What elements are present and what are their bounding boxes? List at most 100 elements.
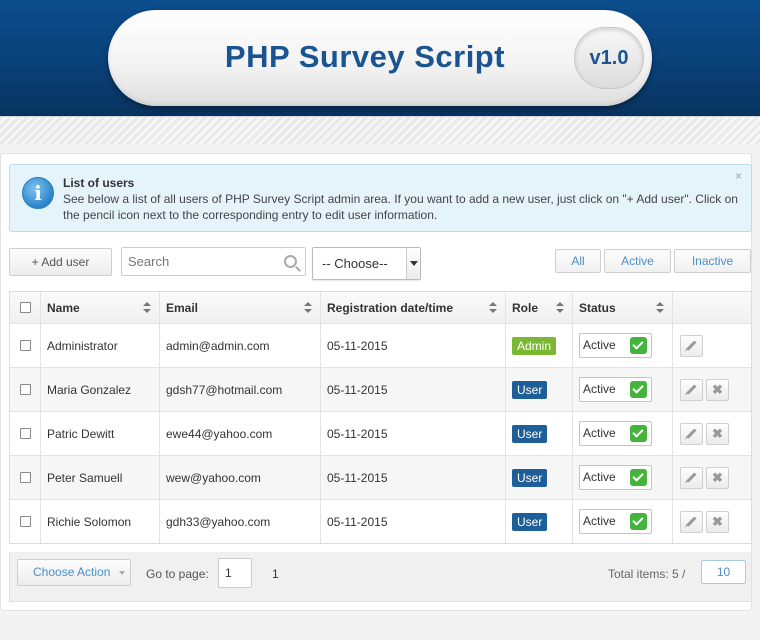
search-box: [121, 247, 306, 276]
user-email: wew@yahoo.com: [160, 456, 321, 499]
per-page-select[interactable]: 10: [701, 560, 746, 584]
table-row: Maria Gonzalez gdsh77@hotmail.com 05-11-…: [10, 367, 751, 411]
check-icon: [630, 469, 647, 486]
column-header-role[interactable]: Role: [506, 292, 573, 323]
user-email: ewe44@yahoo.com: [160, 412, 321, 455]
user-email: gdh33@yahoo.com: [160, 500, 321, 543]
search-input[interactable]: [122, 248, 272, 275]
filter-inactive-button[interactable]: Inactive: [674, 249, 751, 273]
main-panel: i List of users See below a list of all …: [0, 153, 752, 611]
check-icon: [630, 513, 647, 530]
sort-icon: [143, 302, 151, 314]
delete-button[interactable]: ✖: [706, 423, 729, 445]
column-header-actions: [673, 292, 753, 323]
users-table: Name Email Registration date/time Role S…: [9, 291, 752, 544]
user-name: Richie Solomon: [41, 500, 160, 543]
column-header-date[interactable]: Registration date/time: [321, 292, 506, 323]
table-row: Peter Samuell wew@yahoo.com 05-11-2015 U…: [10, 455, 751, 499]
close-icon[interactable]: ×: [735, 169, 742, 183]
user-name: Administrator: [41, 324, 160, 367]
table-row: Patric Dewitt ewe44@yahoo.com 05-11-2015…: [10, 411, 751, 455]
user-email: admin@admin.com: [160, 324, 321, 367]
table-row: Administrator admin@admin.com 05-11-2015…: [10, 323, 751, 367]
user-email: gdsh77@hotmail.com: [160, 368, 321, 411]
role-badge: User: [512, 380, 548, 399]
user-name: Maria Gonzalez: [41, 368, 160, 411]
edit-button[interactable]: [680, 335, 703, 357]
sort-icon: [656, 302, 664, 314]
info-icon: i: [22, 177, 54, 209]
info-box: i List of users See below a list of all …: [9, 164, 752, 232]
registration-date: 05-11-2015: [321, 500, 506, 543]
row-checkbox[interactable]: [19, 340, 31, 351]
app-title: PHP Survey Script: [224, 39, 506, 74]
version-badge: v1.0: [574, 27, 644, 89]
sort-icon: [556, 302, 564, 314]
pencil-icon: [686, 428, 697, 439]
edit-button[interactable]: [680, 511, 703, 533]
delete-button[interactable]: ✖: [706, 467, 729, 489]
select-all-cell: [10, 292, 41, 323]
delete-icon: ✖: [712, 426, 723, 441]
edit-button[interactable]: [680, 423, 703, 445]
info-text: See below a list of all users of PHP Sur…: [63, 192, 738, 222]
registration-date: 05-11-2015: [321, 412, 506, 455]
table-header-row: Name Email Registration date/time Role S…: [10, 292, 751, 323]
registration-date: 05-11-2015: [321, 456, 506, 499]
check-icon: [630, 425, 647, 442]
choose-select[interactable]: -- Choose--: [312, 247, 421, 280]
row-checkbox[interactable]: [19, 428, 31, 439]
choose-select-value: -- Choose--: [322, 256, 388, 271]
user-name: Patric Dewitt: [41, 412, 160, 455]
registration-date: 05-11-2015: [321, 324, 506, 367]
filter-all-button[interactable]: All: [555, 249, 601, 273]
table-footer: Choose Action Go to page: 1 1 Total item…: [9, 552, 752, 602]
delete-icon: ✖: [712, 514, 723, 529]
status-select[interactable]: Active: [579, 421, 652, 446]
column-header-email[interactable]: Email: [160, 292, 321, 323]
filter-active-button[interactable]: Active: [604, 249, 671, 273]
total-items-label: Total items: 5 /: [608, 567, 686, 581]
title-pill: PHP Survey Script v1.0: [108, 10, 652, 106]
pencil-icon: [686, 340, 697, 351]
edit-button[interactable]: [680, 467, 703, 489]
sort-icon: [304, 302, 312, 314]
select-all-checkbox[interactable]: [19, 302, 31, 313]
choose-action-button[interactable]: Choose Action: [17, 559, 131, 586]
header-stripe: [0, 116, 760, 144]
status-select[interactable]: Active: [579, 509, 652, 534]
goto-page-label: Go to page:: [146, 567, 209, 581]
add-user-button[interactable]: + Add user: [9, 248, 112, 276]
status-select[interactable]: Active: [579, 333, 652, 358]
delete-icon: ✖: [712, 382, 723, 397]
check-icon: [630, 337, 647, 354]
page-count: 1: [272, 567, 279, 581]
sort-icon: [489, 302, 497, 314]
search-icon[interactable]: [284, 255, 297, 268]
pencil-icon: [686, 516, 697, 527]
delete-icon: ✖: [712, 470, 723, 485]
pencil-icon: [686, 384, 697, 395]
header-banner: PHP Survey Script v1.0: [0, 0, 760, 116]
row-checkbox[interactable]: [19, 472, 31, 483]
role-badge: User: [512, 468, 548, 487]
role-badge: User: [512, 512, 548, 531]
status-select[interactable]: Active: [579, 377, 652, 402]
table-row: Richie Solomon gdh33@yahoo.com 05-11-201…: [10, 499, 751, 543]
column-header-status[interactable]: Status: [573, 292, 673, 323]
registration-date: 05-11-2015: [321, 368, 506, 411]
user-name: Peter Samuell: [41, 456, 160, 499]
role-badge: User: [512, 424, 548, 443]
info-title: List of users: [63, 176, 135, 190]
row-checkbox[interactable]: [19, 516, 31, 527]
column-header-name[interactable]: Name: [41, 292, 160, 323]
delete-button[interactable]: ✖: [706, 379, 729, 401]
row-checkbox[interactable]: [19, 384, 31, 395]
edit-button[interactable]: [680, 379, 703, 401]
role-badge: Admin: [512, 336, 557, 355]
goto-page-input[interactable]: 1: [218, 558, 252, 588]
delete-button[interactable]: ✖: [706, 511, 729, 533]
chevron-down-icon: [406, 248, 420, 279]
check-icon: [630, 381, 647, 398]
status-select[interactable]: Active: [579, 465, 652, 490]
